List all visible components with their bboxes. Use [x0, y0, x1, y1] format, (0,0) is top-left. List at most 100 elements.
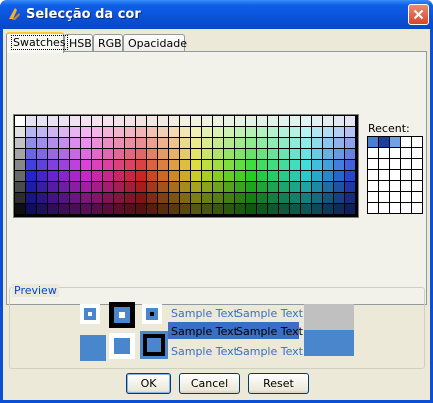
swatch-cell[interactable] [15, 204, 25, 214]
recent-swatch-cell[interactable] [412, 181, 422, 191]
recent-swatch-cell[interactable] [390, 159, 400, 169]
swatch-cell[interactable] [345, 182, 355, 192]
recent-swatch-cell[interactable] [368, 192, 378, 202]
swatch-cell[interactable] [92, 160, 102, 170]
swatch-cell[interactable] [15, 127, 25, 137]
swatch-cell[interactable] [169, 116, 179, 126]
swatch-cell[interactable] [334, 138, 344, 148]
swatch-cell[interactable] [147, 116, 157, 126]
swatch-cell[interactable] [257, 116, 267, 126]
swatch-cell[interactable] [48, 171, 58, 181]
swatch-cell[interactable] [26, 171, 36, 181]
swatch-cell[interactable] [246, 149, 256, 159]
swatch-cell[interactable] [158, 149, 168, 159]
swatch-cell[interactable] [125, 138, 135, 148]
swatch-cell[interactable] [235, 193, 245, 203]
swatch-cell[interactable] [37, 160, 47, 170]
swatch-cell[interactable] [334, 171, 344, 181]
swatch-cell[interactable] [202, 182, 212, 192]
swatch-cell[interactable] [268, 182, 278, 192]
swatch-cell[interactable] [290, 127, 300, 137]
swatch-cell[interactable] [26, 127, 36, 137]
swatch-cell[interactable] [81, 193, 91, 203]
swatch-cell[interactable] [290, 138, 300, 148]
swatch-cell[interactable] [191, 116, 201, 126]
swatch-cell[interactable] [180, 127, 190, 137]
recent-swatch-cell[interactable] [412, 148, 422, 158]
swatch-cell[interactable] [125, 127, 135, 137]
swatch-cell[interactable] [345, 171, 355, 181]
recent-swatch-cell[interactable] [401, 192, 411, 202]
swatch-cell[interactable] [81, 171, 91, 181]
swatch-cell[interactable] [345, 193, 355, 203]
swatch-cell[interactable] [202, 160, 212, 170]
swatch-cell[interactable] [180, 160, 190, 170]
swatch-cell[interactable] [257, 204, 267, 214]
swatch-cell[interactable] [213, 204, 223, 214]
swatch-cell[interactable] [213, 116, 223, 126]
swatch-cell[interactable] [323, 116, 333, 126]
swatch-cell[interactable] [301, 171, 311, 181]
swatch-cell[interactable] [48, 160, 58, 170]
title-bar[interactable]: Selecção da cor [0, 0, 433, 29]
swatch-cell[interactable] [48, 149, 58, 159]
swatch-cell[interactable] [180, 116, 190, 126]
swatch-cell[interactable] [26, 116, 36, 126]
swatch-cell[interactable] [279, 182, 289, 192]
swatch-cell[interactable] [235, 138, 245, 148]
swatch-cell[interactable] [37, 204, 47, 214]
swatch-cell[interactable] [246, 160, 256, 170]
swatch-cell[interactable] [268, 171, 278, 181]
swatch-cell[interactable] [301, 149, 311, 159]
swatch-cell[interactable] [81, 204, 91, 214]
swatch-cell[interactable] [345, 160, 355, 170]
swatch-cell[interactable] [26, 160, 36, 170]
swatch-cell[interactable] [268, 149, 278, 159]
swatch-cell[interactable] [312, 149, 322, 159]
swatch-cell[interactable] [224, 193, 234, 203]
swatch-cell[interactable] [136, 160, 146, 170]
swatch-cell[interactable] [70, 116, 80, 126]
swatch-cell[interactable] [279, 127, 289, 137]
swatch-cell[interactable] [59, 204, 69, 214]
swatch-cell[interactable] [70, 193, 80, 203]
swatch-cell[interactable] [147, 171, 157, 181]
swatch-cell[interactable] [279, 138, 289, 148]
swatch-cell[interactable] [169, 138, 179, 148]
swatch-cell[interactable] [191, 193, 201, 203]
swatch-cell[interactable] [180, 193, 190, 203]
swatch-cell[interactable] [312, 193, 322, 203]
swatch-cell[interactable] [147, 160, 157, 170]
swatch-cell[interactable] [70, 204, 80, 214]
swatch-cell[interactable] [158, 182, 168, 192]
recent-swatch-cell[interactable] [368, 137, 378, 147]
swatch-cell[interactable] [114, 149, 124, 159]
swatch-cell[interactable] [59, 171, 69, 181]
swatch-cell[interactable] [15, 182, 25, 192]
recent-swatches-grid[interactable] [367, 136, 424, 216]
swatch-cell[interactable] [103, 149, 113, 159]
swatch-cell[interactable] [103, 116, 113, 126]
swatch-cell[interactable] [81, 149, 91, 159]
swatch-cell[interactable] [202, 204, 212, 214]
swatch-cell[interactable] [323, 127, 333, 137]
swatch-cell[interactable] [323, 182, 333, 192]
swatch-cell[interactable] [334, 116, 344, 126]
swatch-cell[interactable] [26, 182, 36, 192]
swatch-cell[interactable] [268, 127, 278, 137]
swatch-cell[interactable] [103, 171, 113, 181]
swatch-cell[interactable] [334, 160, 344, 170]
swatch-cell[interactable] [202, 127, 212, 137]
swatch-cell[interactable] [92, 193, 102, 203]
swatch-cell[interactable] [37, 171, 47, 181]
swatch-cell[interactable] [158, 138, 168, 148]
recent-swatch-cell[interactable] [390, 203, 400, 213]
swatch-cell[interactable] [70, 182, 80, 192]
swatch-cell[interactable] [92, 127, 102, 137]
swatch-cell[interactable] [158, 116, 168, 126]
swatch-palette[interactable] [13, 114, 359, 218]
swatch-cell[interactable] [15, 193, 25, 203]
recent-swatch-cell[interactable] [368, 170, 378, 180]
swatch-cell[interactable] [334, 149, 344, 159]
swatch-cell[interactable] [213, 160, 223, 170]
